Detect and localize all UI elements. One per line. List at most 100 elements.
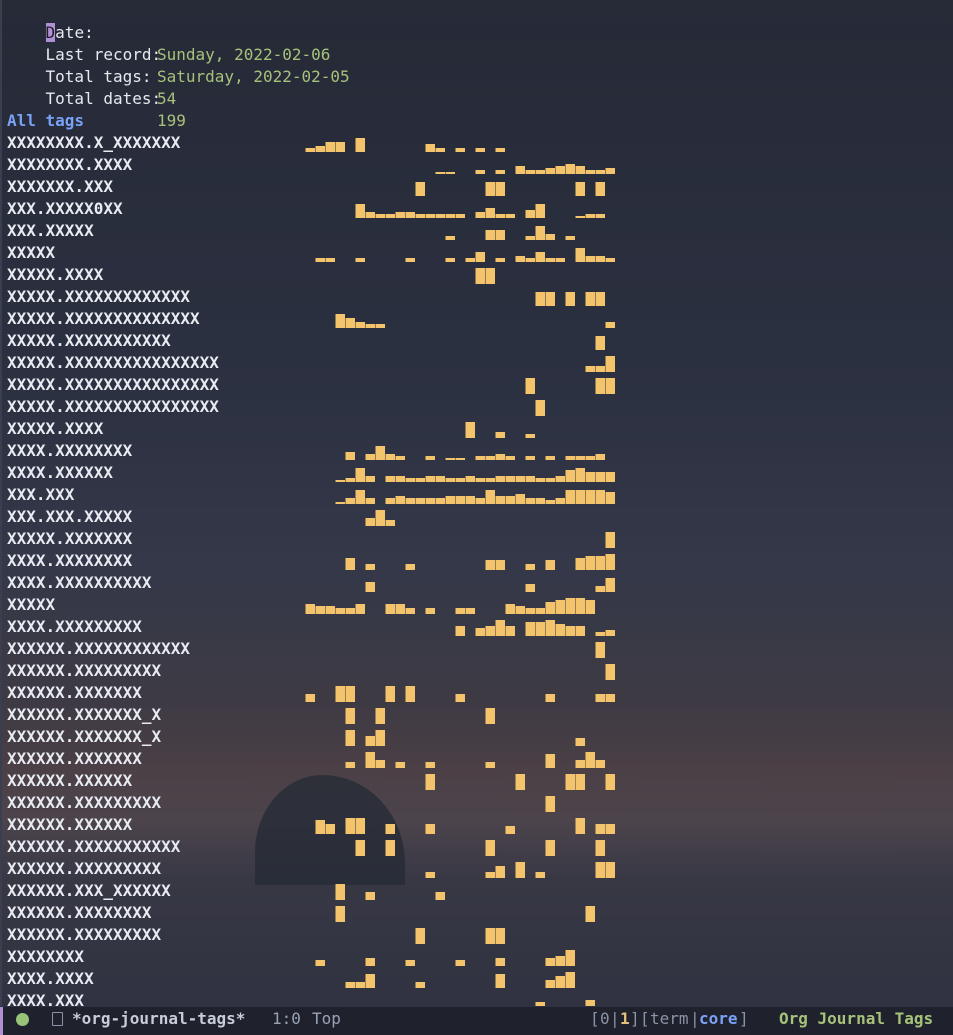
workspace-1-active[interactable]: 1	[620, 1007, 630, 1035]
activity-bar	[405, 478, 415, 482]
activity-bar	[495, 432, 505, 438]
activity-bar	[485, 840, 495, 856]
activity-bar	[545, 958, 555, 966]
perspective-core-active[interactable]: core	[699, 1007, 738, 1035]
activity-bar	[575, 248, 585, 262]
activity-bar	[535, 204, 545, 218]
activity-bar	[565, 598, 575, 614]
workspace-0[interactable]: 0	[600, 1007, 610, 1035]
activity-bar	[505, 496, 515, 504]
activity-bar	[445, 496, 455, 504]
activity-bar	[545, 602, 555, 614]
activity-bar	[505, 604, 515, 614]
modeline-accent-bar	[0, 1007, 3, 1035]
perspective-term[interactable]: term	[650, 1007, 689, 1035]
activity-bar	[335, 608, 345, 614]
activity-bar	[485, 478, 495, 482]
activity-bar	[595, 824, 605, 834]
activity-bar	[465, 496, 475, 504]
activity-bar	[595, 862, 605, 878]
activity-bar	[525, 498, 535, 504]
activity-bar	[325, 606, 335, 614]
activity-bar	[495, 866, 505, 878]
activity-bar	[305, 604, 315, 614]
activity-bar	[575, 774, 585, 790]
activity-bar	[315, 146, 325, 152]
activity-bar	[345, 478, 355, 482]
activity-bar	[405, 608, 415, 614]
activity-bar	[385, 498, 395, 504]
activity-bar	[365, 518, 375, 526]
activity-bar	[425, 476, 435, 482]
activity-bar	[535, 252, 545, 262]
activity-bar	[495, 454, 505, 460]
activity-bar	[545, 500, 555, 504]
journal-tags-buffer[interactable]: Date: Sunday, 2022-02-06 Last record: Sa…	[0, 0, 953, 1006]
activity-bar	[605, 472, 615, 482]
activity-bar	[505, 626, 515, 636]
activity-bar	[545, 754, 555, 768]
buffer-name[interactable]: *org-journal-tags*	[72, 1007, 245, 1035]
activity-bar	[475, 148, 485, 152]
activity-bar	[405, 686, 415, 702]
activity-bar	[565, 490, 575, 504]
activity-bar	[495, 214, 505, 218]
activity-bar	[575, 456, 585, 460]
activity-bar	[485, 208, 495, 218]
activity-bar	[495, 182, 505, 196]
activity-bar	[605, 492, 615, 504]
activity-bar	[575, 468, 585, 482]
activity-bar	[595, 472, 605, 482]
activity-bar	[365, 892, 375, 900]
activity-bar	[375, 446, 385, 460]
activity-bar	[565, 774, 575, 790]
activity-bar	[445, 214, 455, 218]
activity-bar	[605, 258, 615, 262]
activity-bar	[335, 686, 345, 702]
activity-bar	[535, 478, 545, 482]
activity-bar	[595, 556, 605, 570]
activity-bar	[555, 600, 565, 614]
activity-bar	[465, 476, 475, 482]
activity-bar	[545, 234, 555, 240]
activity-bar	[335, 884, 345, 900]
activity-bar	[345, 318, 355, 328]
status-dot-icon	[16, 1013, 29, 1026]
activity-bar	[345, 818, 355, 834]
activity-bar	[305, 148, 315, 152]
activity-bar	[485, 230, 495, 240]
activity-bar	[535, 292, 545, 306]
activity-bar	[515, 494, 525, 504]
activity-bar	[585, 366, 595, 372]
activity-bar	[565, 470, 575, 482]
activity-bar	[445, 478, 455, 482]
activity-bar	[345, 498, 355, 504]
activity-bar	[495, 928, 505, 944]
activity-bar	[495, 560, 505, 570]
activity-bar	[605, 356, 615, 372]
activity-bar	[555, 166, 565, 174]
activity-bar	[555, 624, 565, 636]
activity-bar	[475, 498, 485, 504]
perspective-bracket-open: [	[640, 1009, 650, 1028]
activity-bar	[595, 642, 605, 658]
activity-bar	[415, 478, 425, 482]
workspace-bracket-open: [	[590, 1009, 600, 1028]
activity-bar	[455, 694, 465, 702]
activity-bar	[495, 258, 505, 262]
activity-bar	[535, 872, 545, 878]
activity-bar	[415, 982, 425, 988]
activity-bar	[395, 604, 405, 614]
cursor-position: 1:0	[272, 1009, 301, 1028]
activity-bar	[535, 498, 545, 504]
activity-bar	[595, 182, 605, 196]
activity-bar	[425, 774, 435, 790]
activity-bar	[475, 628, 485, 636]
activity-bar	[455, 214, 465, 218]
activity-bar	[325, 142, 335, 152]
activity-bar	[495, 620, 505, 636]
activity-bar	[425, 498, 435, 504]
activity-bar	[525, 476, 535, 482]
activity-bar	[575, 558, 585, 570]
activity-bar	[365, 736, 375, 746]
